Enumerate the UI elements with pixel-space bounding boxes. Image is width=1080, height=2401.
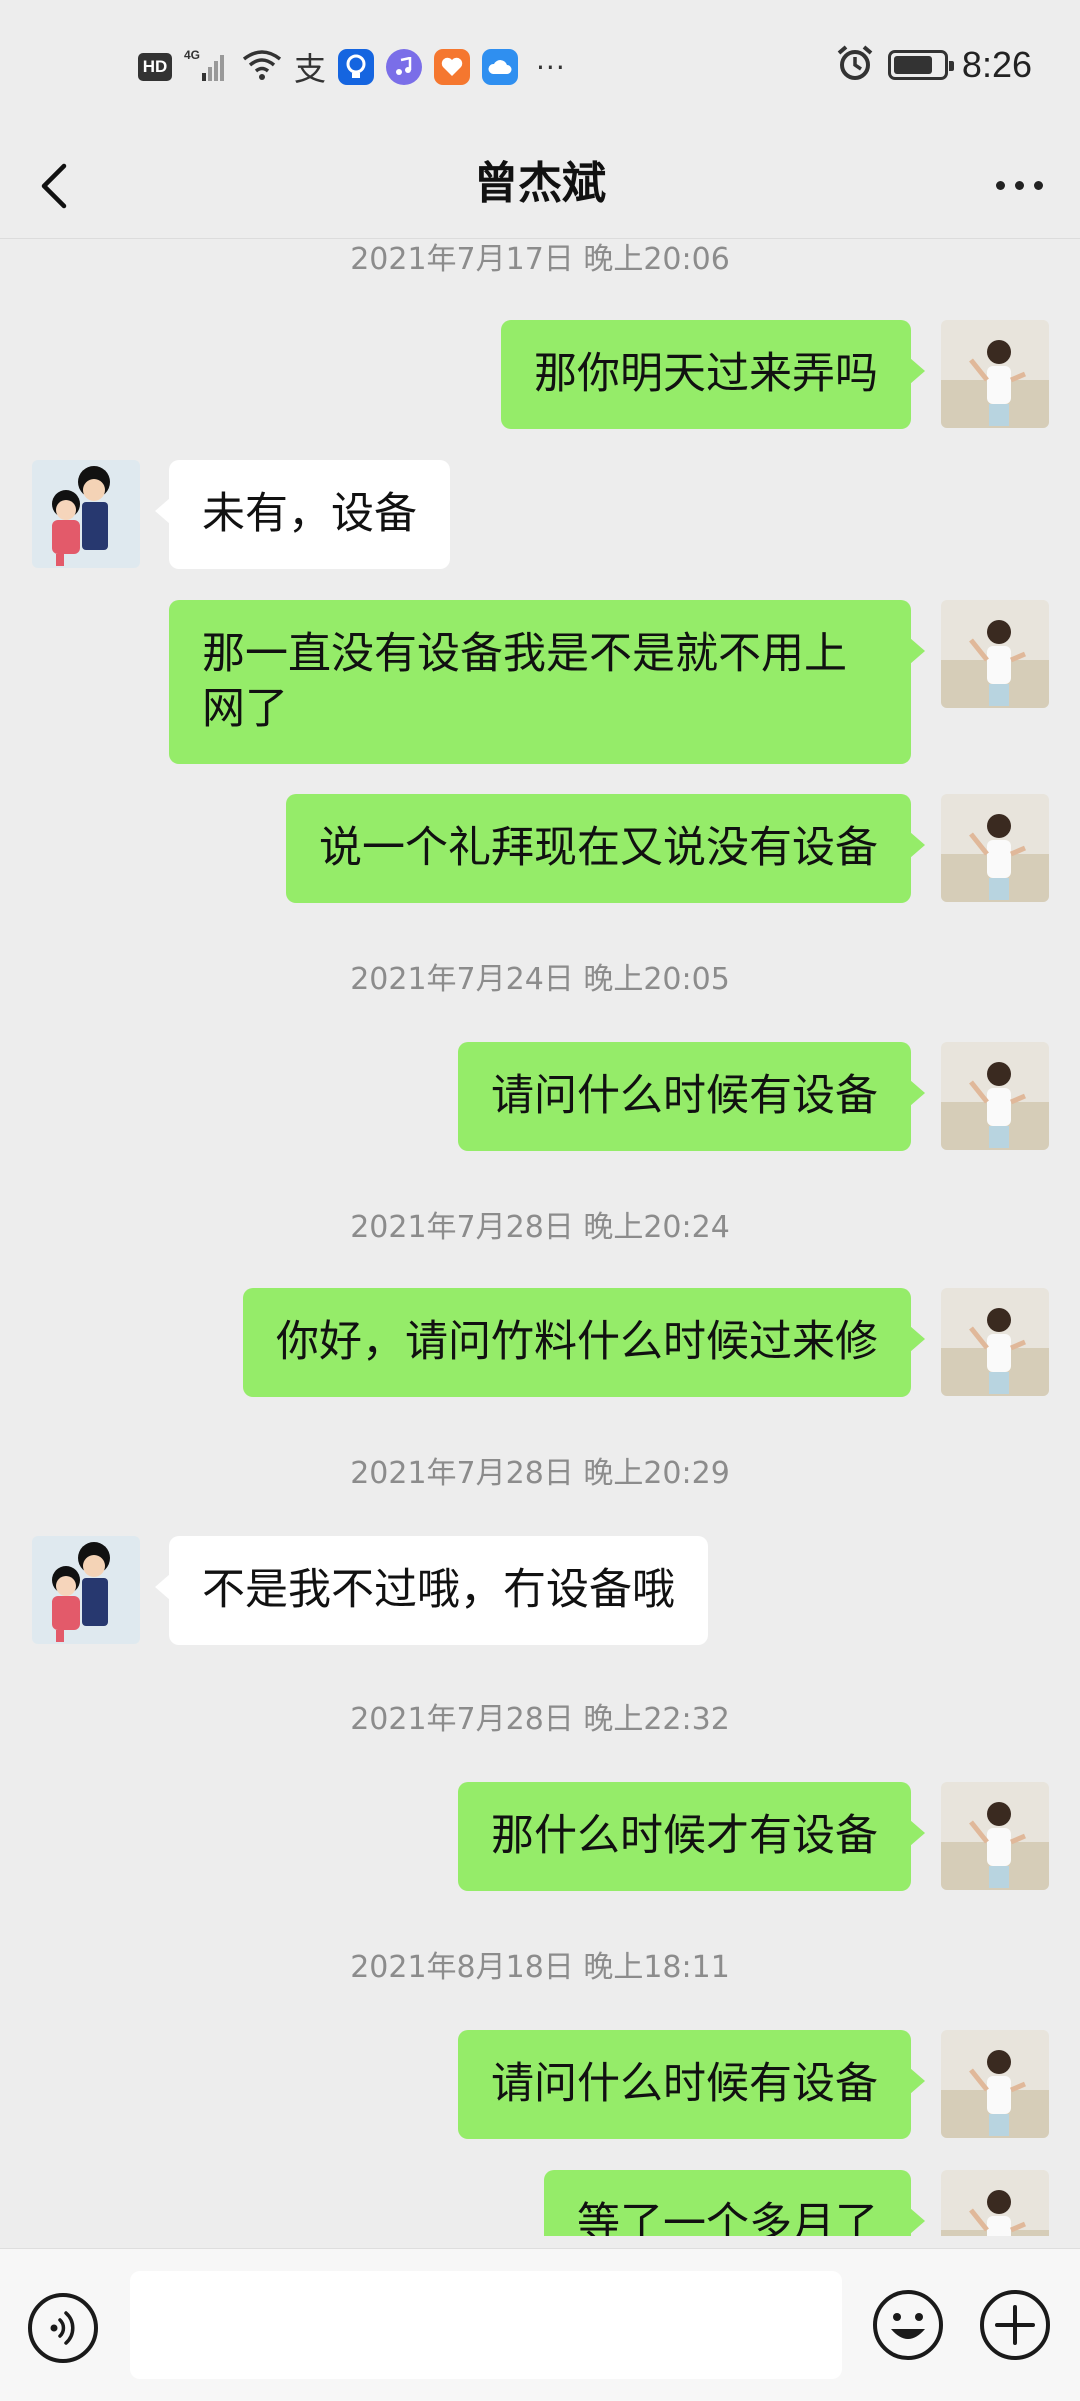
more-notifications-icon: ··· [536,50,566,84]
battery-icon [887,50,954,80]
message-row-received: 不是我不过哦，冇设备哦 [0,1536,1080,1645]
timestamp: 2021年7月24日 晚上20:05 [350,962,730,997]
chevron-left-icon [41,163,67,209]
my-avatar[interactable] [941,2170,1049,2236]
emoji-button[interactable] [870,2287,946,2363]
more-dot [995,180,1005,190]
message-row-sent: 那一直没有设备我是不是就不用上网了 [0,600,1080,764]
message-list[interactable]: 2021年7月17日 晚上20:06 那你明天过来弄吗 未有，设备 那一直没有设… [0,238,1080,2236]
more-dot [1033,180,1043,190]
my-avatar[interactable] [941,600,1049,708]
my-avatar[interactable] [941,1288,1049,1396]
message-bubble-sent[interactable]: 那什么时候才有设备 [458,1782,925,1891]
message-row-sent: 请问什么时候有设备 [0,1042,1080,1151]
message-bubble-sent[interactable]: 请问什么时候有设备 [458,1042,925,1151]
voice-input-button[interactable] [28,2293,98,2363]
music-app-icon [386,49,423,85]
lightbulb-app-icon [338,49,375,85]
my-avatar[interactable] [941,2030,1049,2138]
chat-title: 曾杰斌 [474,158,606,209]
back-button[interactable] [30,152,90,216]
timestamp: 2021年8月18日 晚上18:11 [350,1950,730,1985]
plus-circle-icon [980,2290,1050,2360]
health-app-icon [434,49,471,85]
status-right-icons: 8:26 [836,44,1032,86]
message-row-sent: 等了一个多月了 [0,2170,1080,2236]
message-row-sent: 你好，请问竹料什么时候过来修 [0,1288,1080,1397]
cloud-app-icon [482,49,519,85]
alarm-icon [836,45,874,85]
message-bubble-sent[interactable]: 请问什么时候有设备 [458,2030,925,2139]
message-row-sent: 那你明天过来弄吗 [0,320,1080,429]
my-avatar[interactable] [941,1042,1049,1150]
more-dot [1014,180,1024,190]
my-avatar[interactable] [941,794,1049,902]
alipay-icon: 支 [294,50,327,88]
input-bar [0,2248,1080,2401]
message-bubble-sent[interactable]: 说一个礼拜现在又说没有设备 [286,794,925,903]
timestamp: 2021年7月17日 晚上20:06 [350,242,730,277]
hd-badge-icon: HD [138,53,172,81]
svg-text:4G: 4G [184,48,200,62]
message-bubble-sent[interactable]: 你好，请问竹料什么时候过来修 [243,1288,925,1397]
my-avatar[interactable] [941,1782,1049,1890]
more-functions-button[interactable] [977,2287,1053,2363]
message-row-sent: 请问什么时候有设备 [0,2030,1080,2139]
message-bubble-sent[interactable]: 等了一个多月了 [544,2170,925,2236]
contact-avatar[interactable] [32,460,140,568]
status-time: 8:26 [961,44,1032,85]
message-bubble-sent[interactable]: 那你明天过来弄吗 [501,320,925,429]
message-bubble-received[interactable]: 未有，设备 [155,460,450,569]
message-row-sent: 那什么时候才有设备 [0,1782,1080,1891]
my-avatar[interactable] [941,320,1049,428]
status-bar: HD 4G 支 ··· 8:26 [0,0,1080,130]
contact-avatar[interactable] [32,1536,140,1644]
message-input[interactable] [130,2271,842,2379]
wifi-icon [242,49,282,85]
timestamp: 2021年7月28日 晚上22:32 [350,1702,730,1737]
emoji-icon [873,2290,943,2360]
message-row-sent: 说一个礼拜现在又说没有设备 [0,794,1080,903]
more-options-button[interactable] [984,160,1054,210]
chat-header: 曾杰斌 [0,130,1080,239]
message-bubble-received[interactable]: 不是我不过哦，冇设备哦 [155,1536,708,1645]
message-row-received: 未有，设备 [0,460,1080,569]
message-bubble-sent[interactable]: 那一直没有设备我是不是就不用上网了 [169,600,925,764]
status-left-icons: HD 4G 支 ··· [138,44,566,90]
4g-signal-icon: 4G [184,47,230,87]
timestamp: 2021年7月28日 晚上20:24 [350,1210,730,1245]
timestamp: 2021年7月28日 晚上20:29 [350,1456,730,1491]
voice-input-icon [50,2311,75,2345]
